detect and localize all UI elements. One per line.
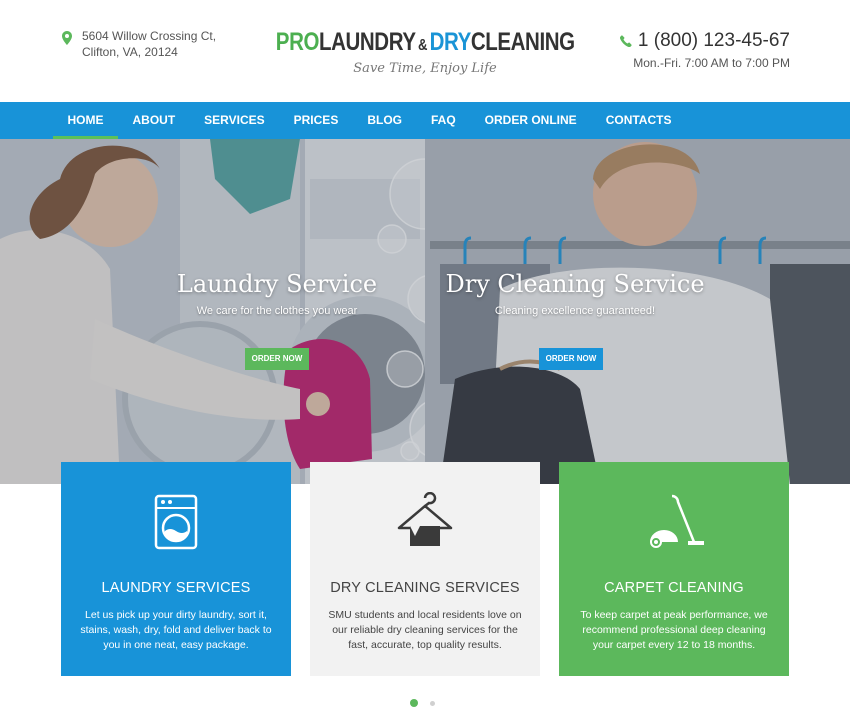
nav-item-order-online[interactable]: ORDER ONLINE (470, 102, 591, 139)
service-card-dry-cleaning[interactable]: DRY CLEANING SERVICES SMU students and l… (310, 462, 540, 676)
card-title-laundry: LAUNDRY SERVICES (101, 580, 251, 596)
nav-item-services[interactable]: SERVICES (190, 102, 279, 139)
order-now-button-laundry[interactable]: ORDER NOW (245, 348, 309, 370)
order-now-button-dry-cleaning[interactable]: ORDER NOW (539, 348, 603, 370)
washing-machine-icon (154, 494, 198, 550)
business-hours: Mon.-Fri. 7:00 AM to 7:00 PM (633, 56, 790, 70)
logo-laundry: LAUNDRY (318, 28, 416, 56)
nav-item-blog[interactable]: BLOG (353, 102, 417, 139)
slide-subtitle-laundry: We care for the clothes you wear (196, 305, 358, 317)
phone-number[interactable]: 1 (800) 123-45-67 (638, 30, 790, 52)
nav-item-home[interactable]: HOME (53, 102, 118, 139)
hanger-icon (397, 492, 453, 546)
logo-cleaning: CLEANING (470, 28, 575, 56)
phone-icon (619, 35, 632, 47)
service-card-laundry[interactable]: LAUNDRY SERVICES Let us pick up your dir… (61, 462, 291, 676)
logo-ampersand: & (417, 37, 427, 54)
carousel-dot[interactable] (430, 700, 435, 706)
card-text-dry-cleaning: SMU students and local residents love on… (328, 609, 522, 651)
carousel-dots (410, 699, 435, 707)
card-text-laundry: Let us pick up your dirty laundry, sort … (80, 609, 272, 651)
hero-slider: Laundry Service We care for the clothes … (0, 139, 850, 484)
logo-dry: DRY (429, 28, 471, 56)
main-nav: HOME ABOUT SERVICES PRICES BLOG FAQ ORDE… (0, 102, 850, 139)
site-header: 5604 Willow Crossing Ct, Clifton, VA, 20… (0, 0, 850, 102)
nav-item-contacts[interactable]: CONTACTS (591, 102, 686, 139)
carousel-dot-active[interactable] (410, 699, 418, 707)
nav-item-about[interactable]: ABOUT (118, 102, 190, 139)
contact-block: 1 (800) 123-45-67 Mon.-Fri. 7:00 AM to 7… (619, 30, 790, 70)
logo-pro: PRO (275, 28, 320, 56)
vacuum-cleaner-icon (650, 494, 704, 548)
card-title-dry-cleaning: DRY CLEANING SERVICES (330, 580, 520, 596)
slide-title-laundry: Laundry Service (176, 270, 378, 298)
card-text-carpet: To keep carpet at peak performance, we r… (580, 609, 768, 651)
nav-item-faq[interactable]: FAQ (417, 102, 471, 139)
slide-title-dry-cleaning: Dry Cleaning Service (445, 270, 705, 298)
service-card-carpet[interactable]: CARPET CLEANING To keep carpet at peak p… (559, 462, 789, 676)
nav-item-prices[interactable]: PRICES (279, 102, 353, 139)
slide-subtitle-dry-cleaning: Cleaning excellence guaranteed! (494, 305, 656, 317)
card-title-carpet: CARPET CLEANING (604, 580, 744, 596)
